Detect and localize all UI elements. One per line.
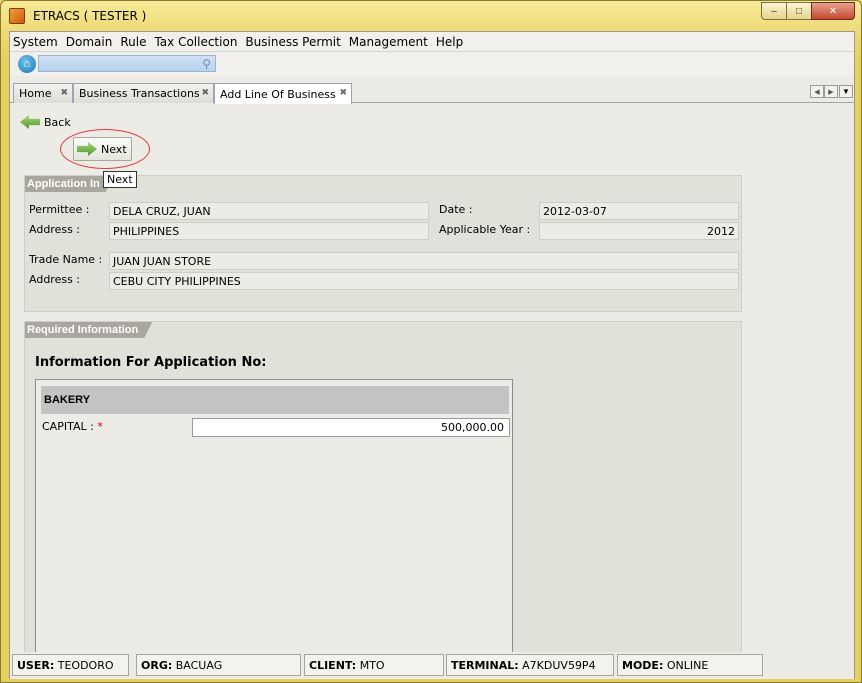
minimize-button[interactable]: –: [761, 2, 787, 20]
required-info-panel: Required Information Information For App…: [24, 321, 742, 667]
main-content: Back Next Application In Permittee : DEL…: [10, 104, 854, 667]
search-input[interactable]: ⚲: [38, 55, 216, 72]
tab-bar: Home ✖ Business Transactions ✖ Add Line …: [10, 82, 854, 104]
menu-management[interactable]: Management: [349, 35, 428, 49]
scroll-right-icon[interactable]: ▶: [824, 85, 838, 98]
capital-label-text: CAPITAL :: [42, 420, 98, 433]
permittee-label: Permittee :: [29, 203, 90, 216]
status-mode: MODE: ONLINE: [617, 654, 763, 676]
tab-scroll-controls: ◀ ▶: [810, 85, 838, 98]
tab-label: Add Line Of Business: [220, 87, 336, 101]
status-terminal-label: TERMINAL:: [451, 659, 519, 672]
status-org: ORG: BACUAG: [136, 654, 301, 676]
status-org-value: BACUAG: [175, 659, 223, 672]
date-value: 2012-03-07: [539, 202, 739, 220]
permittee-value: DELA CRUZ, JUAN: [109, 202, 429, 220]
app-window: ETRACS ( TESTER ) – □ ✕ System Domain Ru…: [0, 0, 862, 683]
tab-list-dropdown-icon[interactable]: ▼: [839, 85, 853, 98]
back-label: Back: [44, 115, 71, 129]
address-value: PHILIPPINES: [109, 222, 429, 240]
panel-header: Application In: [25, 176, 114, 192]
status-terminal-value: A7KDUV59P4: [522, 659, 596, 672]
menu-help[interactable]: Help: [436, 35, 463, 49]
applicable-year-value: 2012: [539, 222, 739, 240]
back-button[interactable]: Back: [20, 111, 71, 133]
tab-label: Business Transactions: [79, 87, 200, 100]
menu-rule[interactable]: Rule: [120, 35, 146, 49]
date-label: Date :: [439, 203, 473, 216]
status-user-value: TEODORO: [57, 659, 114, 672]
status-user: USER: TEODORO: [12, 654, 129, 676]
trade-address-value: CEBU CITY PHILIPPINES: [109, 272, 739, 290]
window-title: ETRACS ( TESTER ): [33, 9, 147, 23]
status-client-label: CLIENT:: [309, 659, 357, 672]
application-info-panel: Application In Permittee : DELA CRUZ, JU…: [24, 175, 742, 312]
close-icon[interactable]: ✖: [339, 88, 347, 98]
title-bar[interactable]: ETRACS ( TESTER ) – □ ✕: [1, 1, 861, 31]
toolbar: ⌂ ⚲: [10, 52, 854, 76]
required-marker: *: [97, 420, 103, 433]
back-arrow-icon: [20, 115, 40, 129]
client-area: System Domain Rule Tax Collection Busine…: [9, 31, 855, 679]
status-user-label: USER:: [17, 659, 55, 672]
trade-name-label: Trade Name :: [29, 253, 103, 266]
search-icon[interactable]: ⚲: [202, 57, 211, 71]
trade-name-value: JUAN JUAN STORE: [109, 252, 739, 270]
maximize-button[interactable]: □: [786, 2, 812, 20]
menu-system[interactable]: System: [13, 35, 58, 49]
trade-address-label: Address :: [29, 273, 81, 286]
menu-tax-collection[interactable]: Tax Collection: [154, 35, 237, 49]
scroll-left-icon[interactable]: ◀: [810, 85, 824, 98]
tab-home[interactable]: Home ✖: [13, 83, 73, 103]
tab-business-transactions[interactable]: Business Transactions ✖: [73, 83, 214, 103]
address-label: Address :: [29, 223, 81, 236]
close-icon[interactable]: ✖: [201, 88, 209, 98]
home-icon[interactable]: ⌂: [18, 55, 36, 73]
menu-bar: System Domain Rule Tax Collection Busine…: [10, 32, 854, 52]
capital-input[interactable]: 500,000.00: [192, 418, 510, 437]
panel-header: Required Information: [25, 322, 152, 338]
status-mode-value: ONLINE: [666, 659, 709, 672]
next-tooltip: Next: [103, 171, 137, 188]
status-client: CLIENT: MTO: [304, 654, 444, 676]
line-of-business-title: BAKERY: [41, 386, 509, 414]
line-of-business-box: BAKERY CAPITAL : * 500,000.00: [35, 379, 513, 655]
tab-label: Home: [19, 87, 52, 100]
capital-label: CAPITAL : *: [42, 420, 103, 433]
status-bar: USER: TEODORO ORG: BACUAG CLIENT: MTO TE…: [10, 652, 854, 679]
app-logo-icon: [9, 8, 25, 24]
menu-domain[interactable]: Domain: [66, 35, 113, 49]
close-icon[interactable]: ✖: [60, 88, 68, 98]
status-terminal: TERMINAL: A7KDUV59P4: [446, 654, 614, 676]
close-button[interactable]: ✕: [811, 2, 855, 20]
application-heading: Information For Application No:: [35, 355, 267, 370]
highlight-annotation: [60, 129, 150, 169]
status-client-value: MTO: [359, 659, 385, 672]
tab-add-line-of-business[interactable]: Add Line Of Business ✖: [214, 83, 352, 104]
status-mode-label: MODE:: [622, 659, 664, 672]
menu-business-permit[interactable]: Business Permit: [245, 35, 340, 49]
status-org-label: ORG:: [141, 659, 173, 672]
applicable-year-label: Applicable Year :: [439, 223, 531, 236]
